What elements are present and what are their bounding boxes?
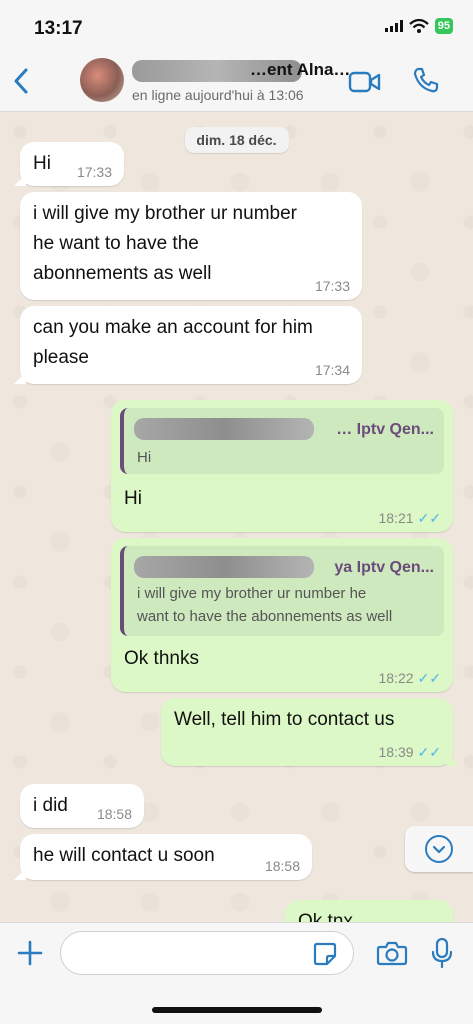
contact-status: en ligne aujourd'hui à 13:06 [132, 87, 304, 103]
quote-author: ya Iptv Qen... [334, 559, 434, 576]
status-icons: 95 [384, 18, 453, 34]
redaction-scribble [134, 418, 314, 440]
message-time: 18:22 ✓✓ [378, 670, 441, 686]
message-outgoing[interactable]: Ok tnx [285, 900, 453, 922]
message-time: 17:33 [314, 278, 350, 294]
message-incoming[interactable]: Hi 17:33 [20, 142, 124, 186]
chat-header: …ent Alna… en ligne aujourd'hui à 13:06 [0, 52, 473, 112]
redaction-scribble [134, 556, 314, 578]
sticker-icon[interactable] [312, 941, 338, 967]
message-text: can you make an account for him please [33, 317, 313, 368]
read-receipt-icon: ✓✓ [417, 670, 441, 686]
quote-text: i will give my brother ur number he want… [137, 585, 393, 625]
camera-icon[interactable] [376, 939, 408, 967]
message-time: 18:39 ✓✓ [378, 744, 441, 760]
battery-indicator: 95 [434, 18, 453, 34]
scroll-to-bottom-button[interactable] [405, 826, 473, 872]
video-camera-icon[interactable] [348, 70, 382, 94]
message-input[interactable] [60, 931, 354, 975]
message-outgoing[interactable]: ya Iptv Qen... i will give my brother ur… [111, 538, 453, 692]
contact-name[interactable]: …ent Alna… [250, 60, 350, 80]
quote-author: … Iptv Qen... [336, 421, 434, 438]
quote-text: Hi [137, 449, 152, 466]
message-text: he will contact u soon [33, 845, 215, 866]
message-outgoing[interactable]: … Iptv Qen... Hi Hi 18:21 ✓✓ [111, 400, 453, 532]
message-text: Ok thnks [124, 648, 199, 669]
message-text: Ok tnx [298, 911, 353, 922]
status-bar: 13:17 95 [0, 0, 473, 52]
message-outgoing[interactable]: Well, tell him to contact us 18:39 ✓✓ [161, 698, 453, 766]
read-receipt-icon: ✓✓ [417, 744, 441, 760]
chevron-down-icon [425, 835, 453, 863]
message-text: Hi [124, 488, 142, 509]
plus-icon[interactable] [16, 939, 44, 967]
message-incoming[interactable]: he will contact u soon 18:58 [20, 834, 312, 880]
chat-area[interactable]: dim. 18 déc. Hi 17:33 i will give my bro… [0, 112, 473, 922]
quoted-message[interactable]: ya Iptv Qen... i will give my brother ur… [120, 546, 444, 636]
avatar[interactable] [80, 58, 124, 102]
message-time: 17:33 [76, 164, 112, 180]
input-bar [0, 922, 473, 1024]
message-incoming[interactable]: i will give my brother ur number he want… [20, 192, 362, 300]
message-text: i will give my brother ur number he want… [33, 203, 297, 284]
message-incoming[interactable]: can you make an account for him please 1… [20, 306, 362, 384]
status-time: 13:17 [34, 18, 83, 39]
message-text: Well, tell him to contact us [174, 709, 395, 730]
message-text: Hi [33, 153, 51, 174]
home-indicator[interactable] [152, 1007, 322, 1013]
quoted-message[interactable]: … Iptv Qen... Hi [120, 408, 444, 474]
phone-icon[interactable] [412, 66, 440, 94]
message-time: 18:21 ✓✓ [378, 510, 441, 526]
date-chip: dim. 18 déc. [184, 127, 289, 153]
read-receipt-icon: ✓✓ [417, 510, 441, 526]
message-time: 18:58 [96, 806, 132, 822]
message-time: 17:34 [314, 362, 350, 378]
message-incoming[interactable]: i did 18:58 [20, 784, 144, 828]
microphone-icon[interactable] [430, 937, 454, 969]
chevron-left-icon[interactable] [10, 66, 32, 96]
wifi-icon [409, 19, 429, 33]
message-text: i did [33, 795, 68, 816]
signal-icon [384, 20, 403, 32]
message-time: 18:58 [264, 858, 300, 874]
